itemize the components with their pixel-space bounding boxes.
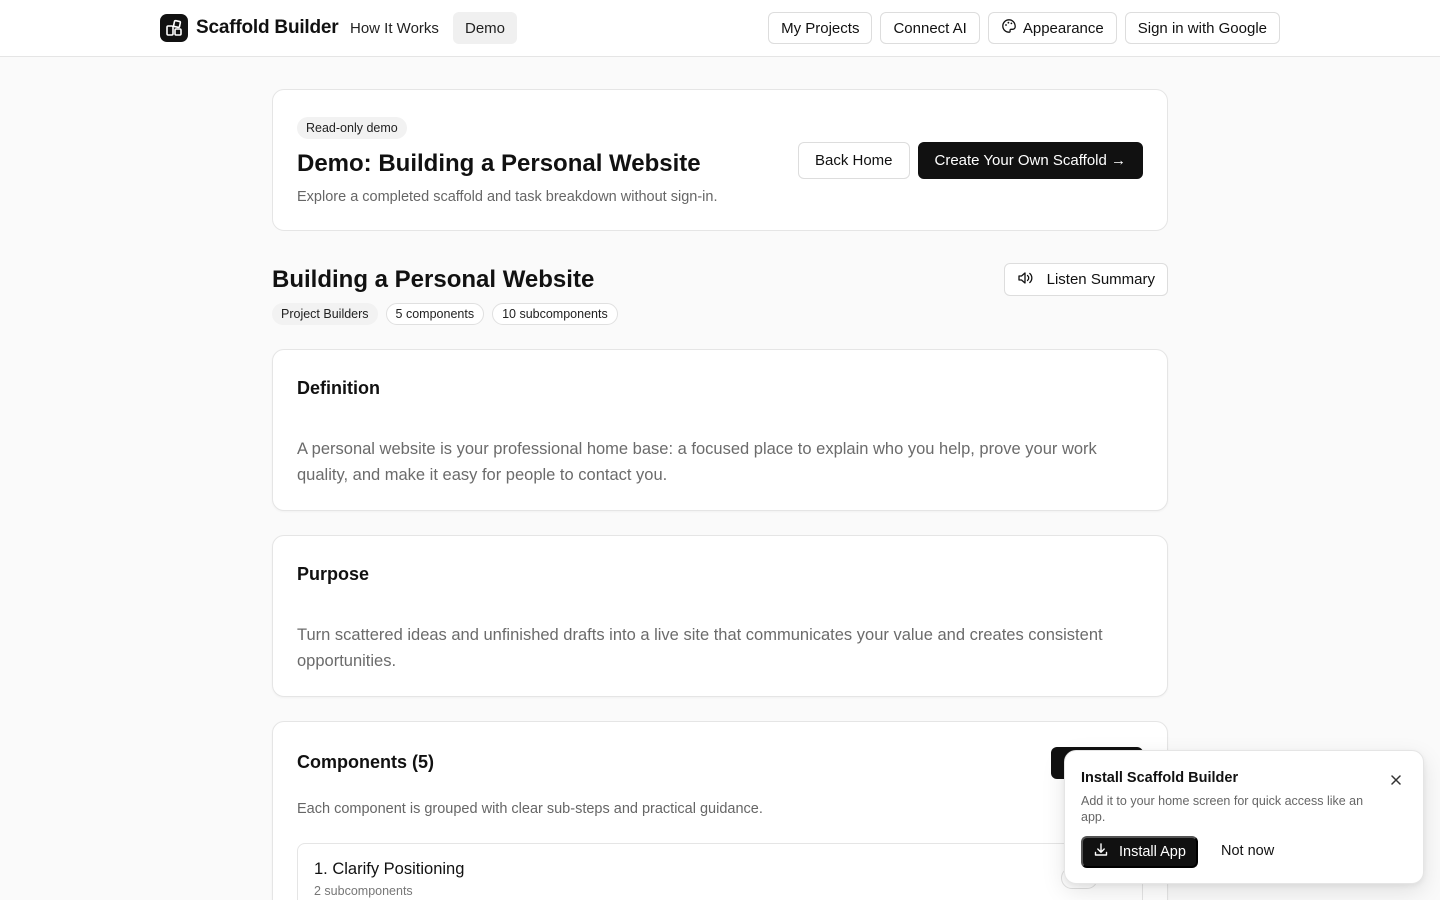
project-title: Building a Personal Website xyxy=(272,266,595,293)
my-projects-button[interactable]: My Projects xyxy=(768,12,873,44)
tag-category: Project Builders xyxy=(272,303,378,325)
header-actions: My Projects Connect AI Appearance Sign i… xyxy=(768,12,1280,44)
listen-summary-button[interactable]: Listen Summary xyxy=(1003,263,1168,296)
component-title: 1. Clarify Positioning xyxy=(314,860,465,878)
components-subtitle: Each component is grouped with clear sub… xyxy=(297,801,763,817)
nav-how-it-works[interactable]: How It Works xyxy=(338,12,451,44)
project-tags: Project Builders 5 components 10 subcomp… xyxy=(272,303,618,325)
read-only-badge: Read-only demo xyxy=(297,117,407,139)
brand-link[interactable]: Scaffold Builder xyxy=(160,14,339,42)
appearance-button[interactable]: Appearance xyxy=(987,12,1117,44)
purpose-card: Purpose Turn scattered ideas and unfinis… xyxy=(272,535,1168,697)
back-home-button[interactable]: Back Home xyxy=(797,142,910,179)
hero-actions: Back Home Create Your Own Scaffold → xyxy=(797,142,1143,179)
speaker-icon xyxy=(1017,270,1035,290)
appearance-label: Appearance xyxy=(1022,19,1104,37)
hero-title: Demo: Building a Personal Website xyxy=(297,150,701,177)
sign-in-label: Sign in with Google xyxy=(1137,19,1267,37)
connect-ai-label: Connect AI xyxy=(893,19,967,37)
purpose-text: Turn scattered ideas and unfinished draf… xyxy=(297,626,1103,670)
palette-icon xyxy=(1001,18,1017,38)
install-app-toast: Install Scaffold Builder Add it to your … xyxy=(1064,750,1424,884)
nav-demo[interactable]: Demo xyxy=(453,12,518,44)
install-toast-description: Add it to your home screen for quick acc… xyxy=(1081,794,1364,824)
purpose-heading: Purpose xyxy=(297,564,370,584)
listen-summary-label: Listen Summary xyxy=(1046,271,1155,288)
close-icon[interactable] xyxy=(1389,773,1403,787)
not-now-button[interactable]: Not now xyxy=(1221,843,1274,859)
component-subcount: 2 subcomponents xyxy=(314,884,413,898)
component-item[interactable]: 1. Clarify Positioning 2 subcomponents 2… xyxy=(297,843,1143,900)
definition-text: A personal website is your professional … xyxy=(297,440,1097,484)
sign-in-google-button[interactable]: Sign in with Google xyxy=(1124,12,1280,44)
connect-ai-button[interactable]: Connect AI xyxy=(880,12,980,44)
tag-subcomponents-count: 10 subcomponents xyxy=(492,303,618,325)
download-icon xyxy=(1093,842,1109,862)
scaffold-logo-icon xyxy=(160,14,188,42)
tag-components-count: 5 components xyxy=(385,303,485,325)
install-app-button[interactable]: Install App xyxy=(1081,836,1198,868)
components-heading: Components (5) xyxy=(297,752,434,772)
create-scaffold-button[interactable]: Create Your Own Scaffold → xyxy=(917,142,1143,179)
install-app-label: Install App xyxy=(1119,844,1186,860)
definition-card: Definition A personal website is your pr… xyxy=(272,349,1168,511)
install-toast-title: Install Scaffold Builder xyxy=(1081,770,1239,786)
my-projects-label: My Projects xyxy=(781,19,860,37)
demo-hero-card: Read-only demo Demo: Building a Personal… xyxy=(272,89,1168,231)
back-home-label: Back Home xyxy=(814,152,893,169)
brand-name: Scaffold Builder xyxy=(196,17,339,38)
components-card: Components (5) Each component is grouped… xyxy=(272,721,1168,900)
create-scaffold-label: Create Your Own Scaffold → xyxy=(934,152,1127,169)
hero-subtitle: Explore a completed scaffold and task br… xyxy=(297,189,718,205)
top-navbar: Scaffold Builder How It Works Demo My Pr… xyxy=(0,0,1440,57)
definition-heading: Definition xyxy=(297,378,380,398)
